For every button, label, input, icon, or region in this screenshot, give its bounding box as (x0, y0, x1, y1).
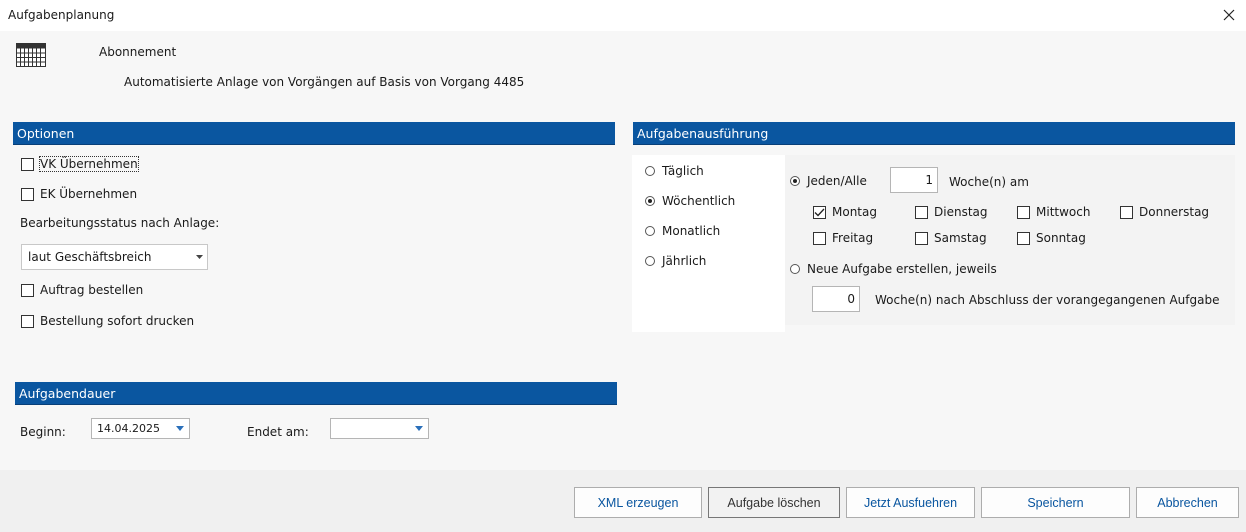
radio-jeden-alle[interactable]: Jeden/Alle (790, 174, 867, 188)
radio-taeglich-dot[interactable] (645, 166, 655, 176)
day-freitag-label: Freitag (832, 231, 874, 245)
checkmark-icon (814, 208, 825, 216)
day-sonntag-checkbox[interactable]: Sonntag (1017, 231, 1086, 245)
optionen-heading: Optionen (13, 122, 615, 145)
bestellung-drucken-box[interactable] (21, 314, 34, 328)
jeden-wochen-input[interactable]: 1 (890, 167, 938, 193)
ek-uebernehmen-label: EK Übernehmen (40, 187, 138, 201)
day-montag-checkbox[interactable]: Montag (813, 205, 877, 219)
vk-uebernehmen-box[interactable] (21, 157, 34, 171)
speichern-button[interactable]: Speichern (981, 487, 1130, 518)
chevron-down-icon (196, 245, 203, 269)
day-donnerstag-box[interactable] (1120, 205, 1133, 219)
endet-am-label: Endet am: (247, 425, 309, 439)
neue-wochen-input[interactable]: 0 (812, 286, 860, 312)
chevron-down-icon[interactable] (410, 419, 428, 438)
radio-neue-aufgabe-dot[interactable] (790, 264, 800, 274)
beginn-label: Beginn: (20, 425, 66, 439)
beginn-date-picker[interactable]: 14.04.2025 (91, 418, 190, 439)
interval-panel (632, 155, 785, 332)
radio-monatlich-label: Monatlich (662, 224, 721, 238)
bestellung-drucken-checkbox[interactable]: Bestellung sofort drucken (21, 314, 194, 328)
radio-woechentlich-label: Wöchentlich (662, 194, 736, 208)
window-title: Aufgabenplanung (8, 8, 115, 22)
jetzt-ausfuehren-button[interactable]: Jetzt Ausfuehren (846, 487, 975, 518)
radio-taeglich[interactable]: Täglich (645, 164, 704, 178)
radio-monatlich-dot[interactable] (645, 226, 655, 236)
wochen-am-label: Woche(n) am (949, 175, 1029, 189)
ek-uebernehmen-checkbox[interactable]: EK Übernehmen (21, 187, 137, 201)
radio-jaehrlich-dot[interactable] (645, 256, 655, 266)
day-donnerstag-checkbox[interactable]: Donnerstag (1120, 205, 1209, 219)
radio-jaehrlich-label: Jährlich (662, 254, 707, 268)
aufgabenausfuehrung-heading: Aufgabenausführung (633, 122, 1235, 145)
ek-uebernehmen-box[interactable] (21, 187, 34, 201)
day-donnerstag-label: Donnerstag (1139, 205, 1210, 219)
calendar-icon (16, 43, 46, 70)
radio-neue-aufgabe[interactable]: Neue Aufgabe erstellen, jeweils (790, 262, 997, 276)
header-subtitle: Automatisierte Anlage von Vorgängen auf … (124, 75, 525, 89)
day-samstag-label: Samstag (934, 231, 987, 245)
abbrechen-button[interactable]: Abbrechen (1136, 487, 1239, 518)
title-bar: Aufgabenplanung (0, 0, 1246, 31)
bearbeitungsstatus-value: laut Geschäftsbreich (28, 250, 152, 264)
day-montag-box[interactable] (813, 205, 826, 219)
radio-jeden-alle-dot[interactable] (790, 176, 800, 186)
day-samstag-box[interactable] (915, 231, 928, 245)
day-mittwoch-label: Mittwoch (1036, 205, 1091, 219)
endet-am-date-picker[interactable] (330, 418, 429, 439)
vk-uebernehmen-checkbox[interactable]: VK Übernehmen (21, 156, 139, 172)
day-freitag-checkbox[interactable]: Freitag (813, 231, 873, 245)
header-title: Abonnement (99, 45, 177, 59)
auftrag-bestellen-box[interactable] (21, 283, 34, 297)
day-dienstag-box[interactable] (915, 205, 928, 219)
radio-woechentlich-dot[interactable] (645, 196, 655, 206)
day-sonntag-label: Sonntag (1036, 231, 1086, 245)
day-dienstag-label: Dienstag (934, 205, 988, 219)
aufgabe-loeschen-button[interactable]: Aufgabe löschen (708, 487, 840, 518)
radio-monatlich[interactable]: Monatlich (645, 224, 720, 238)
day-sonntag-box[interactable] (1017, 231, 1030, 245)
day-mittwoch-box[interactable] (1017, 205, 1030, 219)
bestellung-drucken-label: Bestellung sofort drucken (40, 314, 195, 328)
neue-wochen-suffix: Woche(n) nach Abschluss der vorangegange… (875, 293, 1220, 307)
close-icon[interactable] (1218, 4, 1240, 26)
radio-taeglich-label: Täglich (662, 164, 704, 178)
aufgabendauer-heading: Aufgabendauer (15, 382, 617, 405)
radio-jeden-alle-label: Jeden/Alle (807, 174, 867, 188)
day-samstag-checkbox[interactable]: Samstag (915, 231, 987, 245)
chevron-down-icon[interactable] (171, 419, 189, 438)
day-dienstag-checkbox[interactable]: Dienstag (915, 205, 988, 219)
xml-erzeugen-button[interactable]: XML erzeugen (574, 487, 702, 518)
status-label: Bearbeitungsstatus nach Anlage: (20, 216, 220, 230)
auftrag-bestellen-label: Auftrag bestellen (40, 283, 144, 297)
beginn-date-value: 14.04.2025 (97, 422, 160, 435)
radio-jaehrlich[interactable]: Jährlich (645, 254, 706, 268)
day-mittwoch-checkbox[interactable]: Mittwoch (1017, 205, 1090, 219)
day-freitag-box[interactable] (813, 231, 826, 245)
radio-woechentlich[interactable]: Wöchentlich (645, 194, 735, 208)
day-montag-label: Montag (832, 205, 877, 219)
vk-uebernehmen-label: VK Übernehmen (39, 156, 139, 172)
bearbeitungsstatus-select[interactable]: laut Geschäftsbreich (21, 244, 208, 270)
radio-neue-aufgabe-label: Neue Aufgabe erstellen, jeweils (807, 262, 997, 276)
auftrag-bestellen-checkbox[interactable]: Auftrag bestellen (21, 283, 143, 297)
